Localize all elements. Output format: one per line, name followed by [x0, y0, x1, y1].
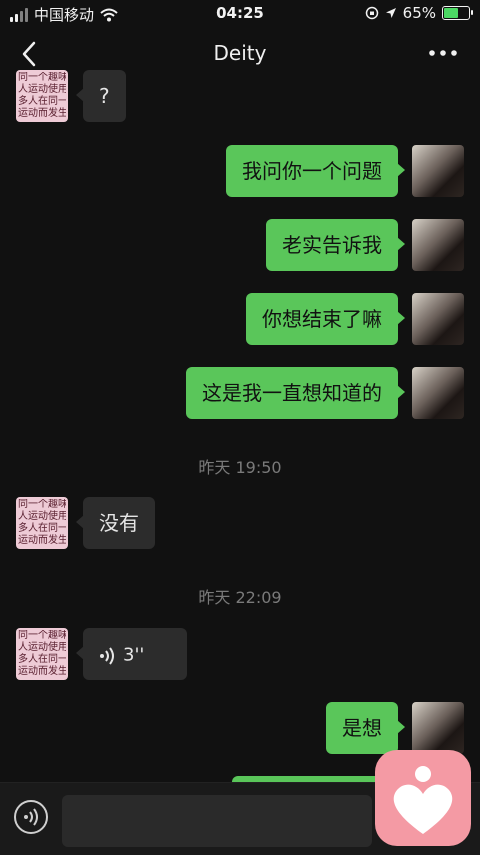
- sent-message[interactable]: 我问你一个问题: [226, 145, 405, 197]
- message-row: 同一个趣味 人运动使用 多人在同一 运动而发生 3'': [0, 628, 480, 680]
- message-row: 老实告诉我: [0, 219, 480, 271]
- my-avatar[interactable]: [412, 145, 464, 197]
- avatar-text: 同一个趣味 人运动使用 多人在同一 运动而发生: [18, 499, 66, 546]
- message-row: 我问你一个问题: [0, 145, 480, 197]
- battery-fill: [444, 8, 459, 18]
- contact-avatar[interactable]: 同一个趣味 人运动使用 多人在同一 运动而发生: [16, 70, 68, 122]
- status-right: 65%: [365, 4, 473, 22]
- my-avatar[interactable]: [412, 367, 464, 419]
- contact-avatar[interactable]: 同一个趣味 人运动使用 多人在同一 运动而发生: [16, 497, 68, 549]
- heart-person-icon[interactable]: [375, 750, 471, 846]
- voice-input-icon: [24, 808, 38, 826]
- sent-message[interactable]: 你想结束了嘛: [246, 293, 405, 345]
- rotation-lock-icon: [365, 6, 378, 20]
- message-row: 同一个趣味 人运动使用 多人在同一 运动而发生 ?: [0, 70, 480, 122]
- heart-person-graphic: [393, 766, 453, 834]
- my-avatar[interactable]: [412, 702, 464, 754]
- battery-percent: 65%: [402, 4, 436, 22]
- chat-title: Deity: [213, 41, 267, 65]
- received-message[interactable]: 没有: [76, 497, 155, 549]
- voice-input-button[interactable]: [14, 800, 48, 834]
- status-bar: 中国移动 04:25 65%: [0, 0, 480, 28]
- my-avatar[interactable]: [412, 219, 464, 271]
- contact-avatar[interactable]: 同一个趣味 人运动使用 多人在同一 运动而发生: [16, 628, 68, 680]
- battery-icon: [442, 6, 473, 20]
- more-dots-icon[interactable]: [428, 46, 458, 60]
- my-avatar[interactable]: [412, 293, 464, 345]
- received-message[interactable]: ?: [76, 70, 126, 122]
- voice-duration: 3'': [123, 644, 145, 666]
- message-row: 你想结束了嘛: [0, 293, 480, 345]
- location-icon: [385, 8, 396, 18]
- message-row: 这是我一直想知道的: [0, 367, 480, 419]
- message-timestamp: 昨天 19:50: [198, 458, 282, 477]
- message-input[interactable]: [62, 795, 372, 847]
- avatar-text: 同一个趣味 人运动使用 多人在同一 运动而发生: [18, 72, 66, 119]
- sent-message[interactable]: 是想: [326, 702, 405, 754]
- sound-wave-icon: [100, 646, 114, 665]
- message-timestamp: 昨天 22:09: [198, 588, 282, 607]
- message-row: 同一个趣味 人运动使用 多人在同一 运动而发生 没有: [0, 497, 480, 549]
- avatar-text: 同一个趣味 人运动使用 多人在同一 运动而发生: [18, 630, 66, 677]
- sent-message[interactable]: 老实告诉我: [266, 219, 405, 271]
- sent-message[interactable]: 这是我一直想知道的: [186, 367, 405, 419]
- message-row: 是想: [0, 702, 480, 754]
- voice-message[interactable]: 3'': [76, 628, 187, 680]
